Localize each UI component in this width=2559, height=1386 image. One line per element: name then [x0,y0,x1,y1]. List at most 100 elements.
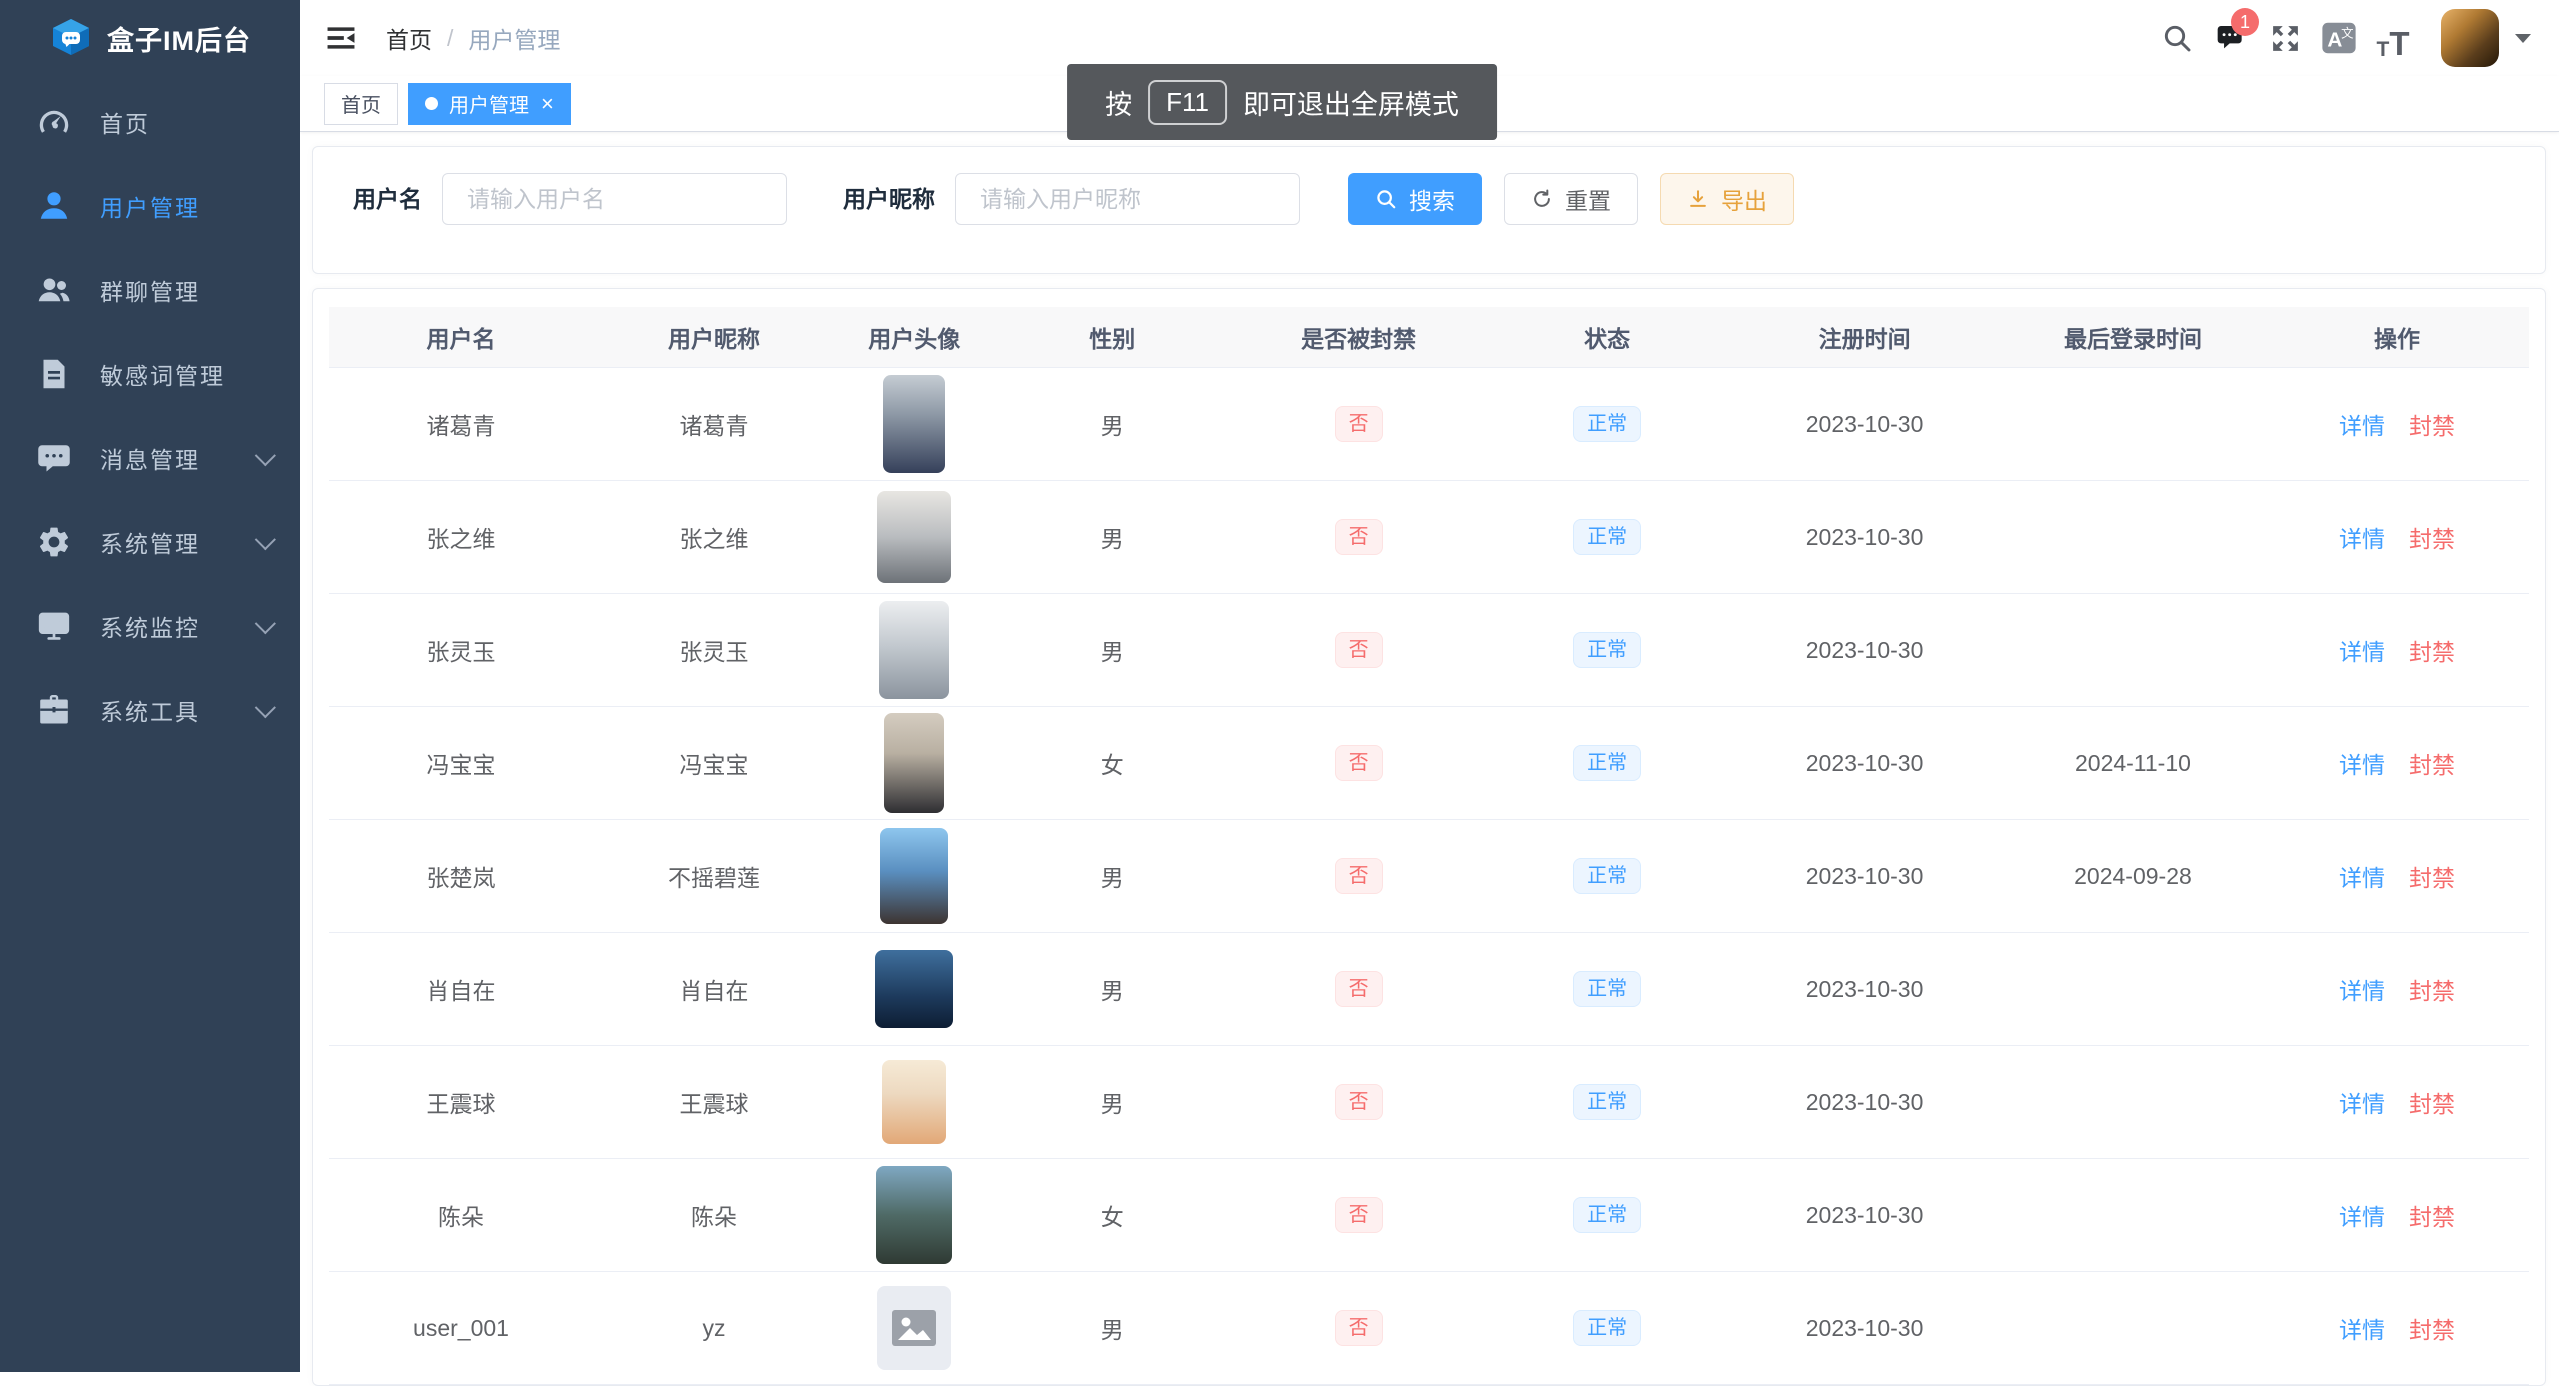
chevron-down-icon [255,529,276,550]
detail-link[interactable]: 详情 [2339,865,2385,891]
user-avatar-placeholder [877,1286,951,1370]
font-size-icon[interactable]: TT [2371,16,2415,60]
col-register-time: 注册时间 [1728,307,2001,368]
user-avatar [884,713,944,813]
col-actions: 操作 [2265,307,2529,368]
user-avatar [879,601,949,699]
table-row: 王震球 王震球 男 否 正常 2023-10-30 详情封禁 [329,1046,2529,1159]
user-avatar[interactable] [2441,9,2499,67]
table-row: 诸葛青 诸葛青 男 否 正常 2023-10-30 详情封禁 [329,368,2529,481]
filter-card: 用户名 用户昵称 搜索 重置 导出 [312,146,2546,274]
detail-link[interactable]: 详情 [2339,1204,2385,1230]
banned-tag: 否 [1335,971,1383,1007]
tab-home[interactable]: 首页 [324,83,398,125]
status-tag: 正常 [1573,519,1641,555]
ban-link[interactable]: 封禁 [2409,1317,2455,1343]
sidebar-item-system-tools[interactable]: 系统工具 [0,668,300,752]
sidebar-item-home[interactable]: 首页 [0,80,300,164]
detail-link[interactable]: 详情 [2339,1091,2385,1117]
tab-user-management[interactable]: 用户管理 × [408,83,571,125]
message-icon [34,438,74,478]
sidebar-item-system-management[interactable]: 系统管理 [0,500,300,584]
main-area: 首页 / 用户管理 1 A文 [300,0,2559,1372]
banned-tag: 否 [1335,632,1383,668]
status-tag: 正常 [1573,1197,1641,1233]
detail-link[interactable]: 详情 [2339,978,2385,1004]
sidebar-item-label: 系统监控 [100,609,200,643]
breadcrumb-home[interactable]: 首页 [386,21,432,55]
user-avatar [880,828,948,924]
detail-link[interactable]: 详情 [2339,413,2385,439]
logo-cube-icon [49,16,93,60]
user-avatar [875,950,953,1028]
sidebar-item-label: 系统管理 [100,525,200,559]
table-header-row: 用户名 用户昵称 用户头像 性别 是否被封禁 状态 注册时间 最后登录时间 操作 [329,307,2529,368]
banned-tag: 否 [1335,519,1383,555]
export-button[interactable]: 导出 [1660,173,1794,225]
document-icon [34,354,74,394]
sidebar-item-system-monitor[interactable]: 系统监控 [0,584,300,668]
status-tag: 正常 [1573,632,1641,668]
dashboard-icon [34,102,74,142]
sidebar-item-user-management[interactable]: 用户管理 [0,164,300,248]
nickname-label: 用户昵称 [843,173,935,225]
notification-badge: 1 [2231,8,2259,36]
search-button[interactable]: 搜索 [1348,173,1482,225]
chevron-down-icon [255,445,276,466]
app-logo[interactable]: 盒子IM后台 [0,0,300,76]
detail-link[interactable]: 详情 [2339,639,2385,665]
page-content: 用户名 用户昵称 搜索 重置 导出 [300,132,2559,1386]
sidebar-item-group-management[interactable]: 群聊管理 [0,248,300,332]
search-icon[interactable] [2155,16,2199,60]
banned-tag: 否 [1335,1084,1383,1120]
username-label: 用户名 [353,173,422,225]
ban-link[interactable]: 封禁 [2409,639,2455,665]
fullscreen-toast: 按 F11 即可退出全屏模式 [1067,64,1497,140]
toast-suffix: 即可退出全屏模式 [1243,83,1459,122]
nickname-input[interactable] [955,173,1300,225]
table-row: 张灵玉 张灵玉 男 否 正常 2023-10-30 详情封禁 [329,594,2529,707]
user-avatar [882,1060,946,1144]
ban-link[interactable]: 封禁 [2409,865,2455,891]
ban-link[interactable]: 封禁 [2409,752,2455,778]
ban-link[interactable]: 封禁 [2409,1204,2455,1230]
ban-link[interactable]: 封禁 [2409,1091,2455,1117]
user-avatar [876,1166,952,1264]
sidebar-item-label: 群聊管理 [100,273,200,307]
banned-tag: 否 [1335,1310,1383,1346]
banned-tag: 否 [1335,745,1383,781]
sidebar-menu: 首页 用户管理 群聊管理 敏感词管理 消息管理 [0,76,300,752]
status-tag: 正常 [1573,406,1641,442]
sidebar-item-sensitive-words[interactable]: 敏感词管理 [0,332,300,416]
chevron-down-icon[interactable] [2515,34,2531,43]
username-input[interactable] [442,173,787,225]
detail-link[interactable]: 详情 [2339,752,2385,778]
active-dot-icon [425,97,438,110]
sidebar-fold-icon[interactable] [324,21,358,55]
detail-link[interactable]: 详情 [2339,1317,2385,1343]
col-status: 状态 [1486,307,1728,368]
ban-link[interactable]: 封禁 [2409,978,2455,1004]
table-row: 冯宝宝 冯宝宝 女 否 正常 2023-10-30 2024-11-10 详情封… [329,707,2529,820]
notifications-icon[interactable]: 1 [2209,16,2253,60]
status-tag: 正常 [1573,1310,1641,1346]
monitor-icon [34,606,74,646]
status-tag: 正常 [1573,1084,1641,1120]
sidebar-item-label: 首页 [100,105,150,139]
breadcrumb-separator: / [447,25,453,52]
reset-button[interactable]: 重置 [1504,173,1638,225]
ban-link[interactable]: 封禁 [2409,413,2455,439]
user-table: 用户名 用户昵称 用户头像 性别 是否被封禁 状态 注册时间 最后登录时间 操作… [329,307,2529,1385]
close-icon[interactable]: × [541,93,554,115]
user-table-card: 用户名 用户昵称 用户头像 性别 是否被封禁 状态 注册时间 最后登录时间 操作… [312,288,2546,1386]
breadcrumb-current: 用户管理 [468,21,560,55]
user-icon [34,186,74,226]
detail-link[interactable]: 详情 [2339,526,2385,552]
sidebar-item-label: 用户管理 [100,189,200,223]
status-tag: 正常 [1573,745,1641,781]
fullscreen-icon[interactable] [2263,16,2307,60]
col-username: 用户名 [329,307,593,368]
sidebar-item-message-management[interactable]: 消息管理 [0,416,300,500]
ban-link[interactable]: 封禁 [2409,526,2455,552]
language-icon[interactable]: A文 [2317,16,2361,60]
